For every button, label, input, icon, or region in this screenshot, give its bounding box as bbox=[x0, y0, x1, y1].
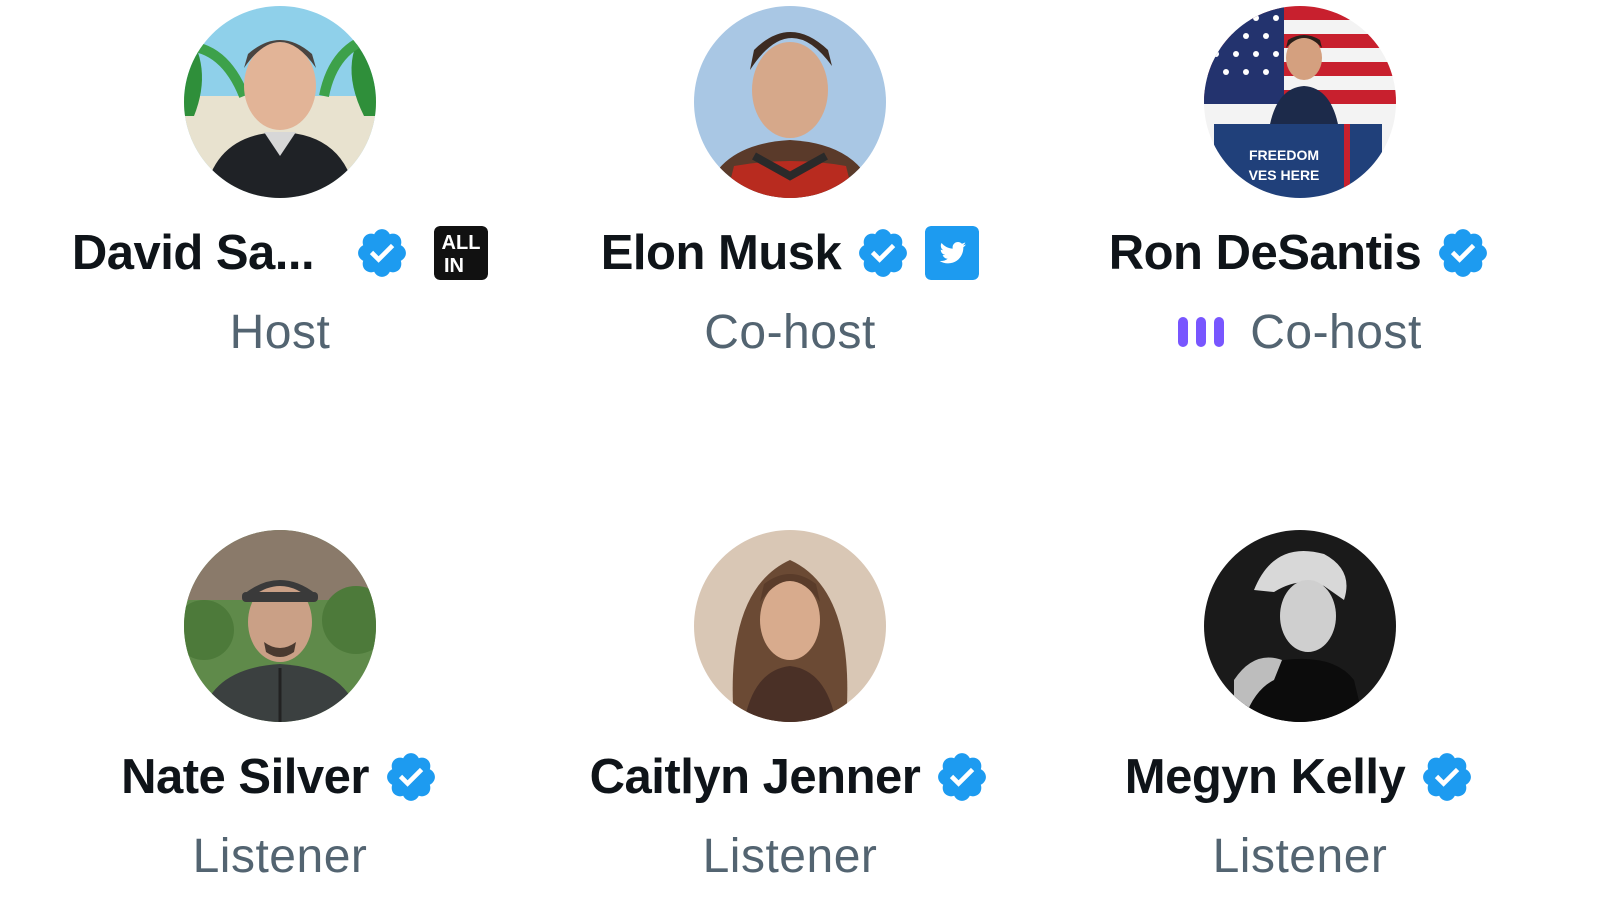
role-row: Listener bbox=[703, 826, 878, 886]
participant-role: Co-host bbox=[704, 305, 876, 359]
name-row: Ron DeSantis bbox=[1109, 222, 1492, 284]
name-row: Caitlyn Jenner bbox=[590, 746, 991, 808]
participant-role: Listener bbox=[192, 829, 368, 883]
participant-card-listener[interactable]: Megyn Kelly Listener bbox=[1040, 530, 1560, 886]
name-row: Megyn Kelly bbox=[1125, 746, 1475, 808]
avatar-photo-icon bbox=[184, 6, 376, 198]
podium-line1: FREEDOM bbox=[1249, 147, 1319, 163]
participant-card-cohost[interactable]: Elon Musk Co-host bbox=[530, 6, 1050, 362]
verified-badge-icon bbox=[938, 753, 987, 801]
name-row: Elon Musk bbox=[601, 222, 980, 284]
participant-role: Host bbox=[229, 305, 331, 359]
avatar-photo-icon bbox=[184, 530, 376, 722]
name-row: David Sa... ALL IN bbox=[71, 222, 489, 284]
avatar[interactable] bbox=[1204, 530, 1396, 722]
podium-line2: VES HERE bbox=[1249, 167, 1320, 183]
verified-badge-icon bbox=[859, 229, 908, 277]
role-row: Co-host bbox=[704, 302, 876, 362]
verified-badge-icon bbox=[386, 753, 435, 801]
verified-badge-icon bbox=[1439, 229, 1488, 277]
avatar[interactable] bbox=[184, 530, 376, 722]
participant-name: David Sa... bbox=[71, 226, 315, 280]
name-row: Nate Silver bbox=[121, 746, 439, 808]
all-in-line1: ALL bbox=[442, 232, 481, 254]
participant-name: Nate Silver bbox=[121, 750, 369, 804]
participant-name: Ron DeSantis bbox=[1108, 226, 1422, 280]
twitter-bird-icon bbox=[925, 226, 980, 280]
participant-card-host[interactable]: David Sa... ALL IN Host bbox=[20, 6, 540, 362]
all-in-line2: IN bbox=[444, 255, 464, 277]
participant-name: Caitlyn Jenner bbox=[589, 750, 921, 804]
role-row: Host bbox=[230, 302, 331, 362]
speaking-indicator-icon bbox=[1178, 317, 1225, 347]
space-participants-grid: David Sa... ALL IN Host Elon Musk Co-hos… bbox=[0, 0, 1600, 900]
avatar[interactable] bbox=[694, 6, 886, 198]
participant-card-cohost-speaking[interactable]: FREEDOM VES HERE Ron DeSantis Co-host bbox=[1040, 6, 1560, 362]
participant-role: Co-host bbox=[1250, 305, 1422, 359]
role-row: Listener bbox=[1213, 826, 1388, 886]
participant-role: Listener bbox=[702, 829, 878, 883]
participant-card-listener[interactable]: Caitlyn Jenner Listener bbox=[530, 530, 1050, 886]
participant-name: Megyn Kelly bbox=[1124, 750, 1406, 804]
avatar-photo-icon bbox=[694, 6, 886, 198]
participant-name: Elon Musk bbox=[600, 226, 842, 280]
participant-card-listener[interactable]: Nate Silver Listener bbox=[20, 530, 540, 886]
avatar-photo-icon bbox=[1204, 530, 1396, 722]
role-row: Co-host bbox=[1178, 302, 1422, 362]
role-row: Listener bbox=[193, 826, 368, 886]
all-in-badge-icon: ALL IN bbox=[434, 226, 489, 280]
verified-badge-icon bbox=[1423, 753, 1472, 801]
avatar[interactable] bbox=[694, 530, 886, 722]
avatar-photo-icon bbox=[694, 530, 886, 722]
avatar-photo-icon: FREEDOM VES HERE bbox=[1204, 6, 1396, 198]
verified-badge-icon bbox=[358, 229, 407, 277]
avatar[interactable] bbox=[184, 6, 376, 198]
avatar[interactable]: FREEDOM VES HERE bbox=[1204, 6, 1396, 198]
participant-role: Listener bbox=[1212, 829, 1388, 883]
